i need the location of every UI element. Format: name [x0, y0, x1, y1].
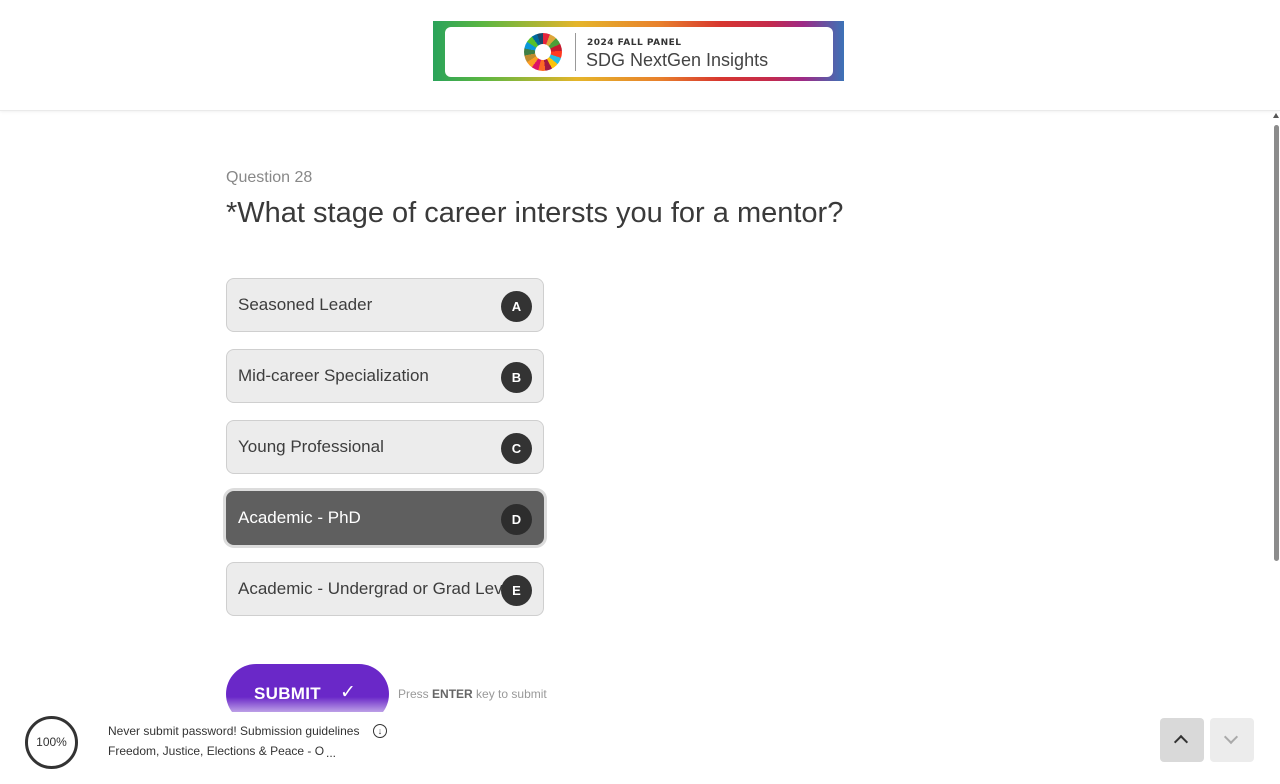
banner-kicker: 2024 FALL PANEL	[587, 38, 682, 48]
choice-option-a[interactable]: Seasoned Leader A	[226, 278, 544, 332]
choice-option-d[interactable]: Academic - PhD D	[226, 491, 544, 545]
check-icon: ✓	[340, 682, 356, 703]
choice-option-b[interactable]: Mid-career Specialization B	[226, 349, 544, 403]
scroll-up-arrow-icon[interactable]	[1273, 113, 1279, 118]
scroll-thumb[interactable]	[1274, 125, 1279, 561]
choice-key-badge: C	[501, 433, 532, 464]
progress-ring: 100%	[25, 716, 78, 769]
question-title: *What stage of career intersts you for a…	[226, 197, 844, 229]
choice-label: Seasoned Leader	[238, 295, 373, 314]
choice-key-badge: B	[501, 362, 532, 393]
submit-hint: Press ENTER key to submit	[398, 687, 547, 701]
footer: 100% Never submit password! Submission g…	[0, 712, 1280, 784]
enter-key-label: ENTER	[432, 687, 473, 701]
chevron-down-icon	[1223, 729, 1239, 745]
previous-question-button[interactable]	[1160, 718, 1204, 762]
choice-option-e[interactable]: Academic - Undergrad or Grad Level E	[226, 562, 544, 616]
section-name: Freedom, Justice, Elections & Peace - O	[108, 744, 325, 758]
banner-divider	[575, 33, 576, 71]
sdg-color-wheel-icon	[524, 33, 562, 71]
header: 2024 FALL PANEL SDG NextGen Insights	[0, 0, 1280, 111]
choice-key-badge: A	[501, 291, 532, 322]
choice-option-c[interactable]: Young Professional C	[226, 420, 544, 474]
next-question-button[interactable]	[1210, 718, 1254, 762]
choice-label: Young Professional	[238, 437, 384, 456]
chevron-up-icon	[1173, 734, 1189, 750]
download-circle-icon[interactable]: ↓	[373, 724, 387, 738]
choice-label: Mid-career Specialization	[238, 366, 429, 385]
choice-label: Academic - PhD	[238, 508, 361, 527]
banner-title: SDG NextGen Insights	[586, 50, 769, 70]
banner-card: 2024 FALL PANEL SDG NextGen Insights	[445, 27, 833, 77]
submission-notice[interactable]: Never submit password! Submission guidel…	[108, 724, 359, 738]
choice-label: Academic - Undergrad or Grad Level	[238, 579, 516, 598]
question-number: Question 28	[226, 169, 313, 186]
progress-label: 100%	[36, 735, 67, 749]
panel-banner: 2024 FALL PANEL SDG NextGen Insights	[433, 21, 844, 81]
page-scrollbar[interactable]	[1272, 111, 1280, 711]
section-ellipsis[interactable]: ...	[326, 746, 336, 760]
choice-key-badge: D	[501, 504, 532, 535]
submit-label: SUBMIT	[254, 684, 321, 703]
choice-key-badge: E	[501, 575, 532, 606]
